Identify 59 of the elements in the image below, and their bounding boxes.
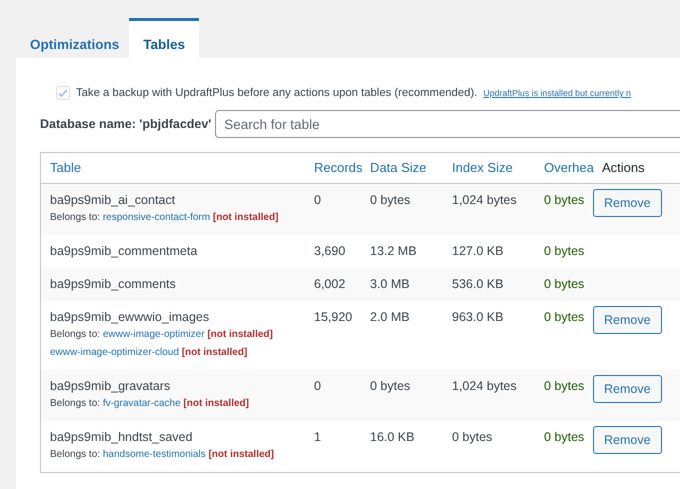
table-cell: 0 bytes — [544, 277, 584, 291]
belongs-label: Belongs to: — [50, 329, 100, 340]
remove-button[interactable]: Remove — [593, 426, 662, 454]
plugin-link[interactable]: responsive-contact-form — [102, 212, 210, 223]
table-cell: 0 — [314, 379, 321, 393]
belongs-label: Belongs to: — [50, 212, 100, 223]
table-cell: 1 — [314, 430, 321, 444]
table-cell: 0 bytes — [544, 193, 584, 207]
table-name: ba9ps9mib_ai_contact — [50, 192, 176, 209]
table-cell: 3,690 — [314, 244, 346, 258]
table-cell: 0 — [314, 193, 321, 207]
search-field[interactable]: Search for table — [215, 110, 680, 138]
table-cell: 6,002 — [314, 277, 346, 291]
plugin-link[interactable]: handsome-testimonials — [102, 449, 206, 460]
table-cell: 0 bytes — [544, 244, 584, 258]
table-cell: 963.0 KB — [452, 310, 504, 324]
table-cell: 536.0 KB — [452, 277, 504, 291]
belongs-label: Belongs to: — [50, 398, 100, 409]
table-cell: 0 bytes — [544, 310, 584, 324]
column-header[interactable]: Data Size — [361, 153, 443, 183]
table-cell: 0 bytes — [544, 430, 584, 444]
remove-button[interactable]: Remove — [593, 189, 662, 217]
table-name: ba9ps9mib_gravatars — [50, 378, 172, 395]
table-cell: 2.0 MB — [370, 310, 410, 324]
status-label: [not installed] — [208, 449, 274, 460]
table-cell: 0 bytes — [544, 379, 584, 393]
table-cell: 3.0 MB — [370, 277, 410, 291]
status-label: [not installed] — [207, 329, 273, 340]
belongs-label: Belongs to: — [50, 449, 100, 460]
table-cell: 13.2 MB — [370, 244, 417, 258]
status-label: [not installed] — [182, 347, 248, 358]
column-header[interactable]: Overhea — [535, 153, 593, 183]
column-header: Actions — [601, 159, 646, 177]
checkbox-label: Take a backup with UpdraftPlus before any actions upon tables (recommended). — [76, 87, 478, 99]
tab[interactable]: Tables — [129, 18, 200, 58]
table-cell: 127.0 KB — [452, 244, 504, 258]
table-cell: 1,024 bytes — [452, 379, 517, 393]
table-cell: 15,920 — [314, 310, 352, 324]
table-cell: 0 bytes — [452, 430, 492, 444]
table-cell: 16.0 KB — [370, 430, 414, 444]
table-name: ba9ps9mib_comments — [50, 276, 177, 293]
column-header[interactable]: Records — [305, 153, 361, 183]
remove-button[interactable]: Remove — [593, 306, 662, 334]
table-name: ba9ps9mib_commentmeta — [50, 243, 198, 260]
column-header[interactable]: Table — [41, 153, 305, 183]
status-label: [not installed] — [183, 398, 249, 409]
tab[interactable]: Optimizations — [20, 18, 130, 58]
table-cell: 0 bytes — [370, 193, 410, 207]
table-name: ba9ps9mib_hndtst_saved — [50, 429, 194, 446]
table-name: ba9ps9mib_ewwwio_images — [50, 309, 210, 326]
column-header[interactable]: Index Size — [443, 153, 535, 183]
plugin-link[interactable]: ewww-image-optimizer-cloud — [50, 347, 179, 358]
plugin-link[interactable]: fv-gravatar-cache — [102, 398, 181, 409]
remove-button[interactable]: Remove — [593, 375, 662, 403]
database-name-label: Database name: 'pbjdfacdev' — [40, 117, 212, 131]
table-cell: 1,024 bytes — [452, 193, 517, 207]
table-cell: 0 bytes — [370, 379, 410, 393]
status-label: [not installed] — [212, 212, 278, 223]
plugin-link[interactable]: ewww-image-optimizer — [102, 329, 205, 340]
